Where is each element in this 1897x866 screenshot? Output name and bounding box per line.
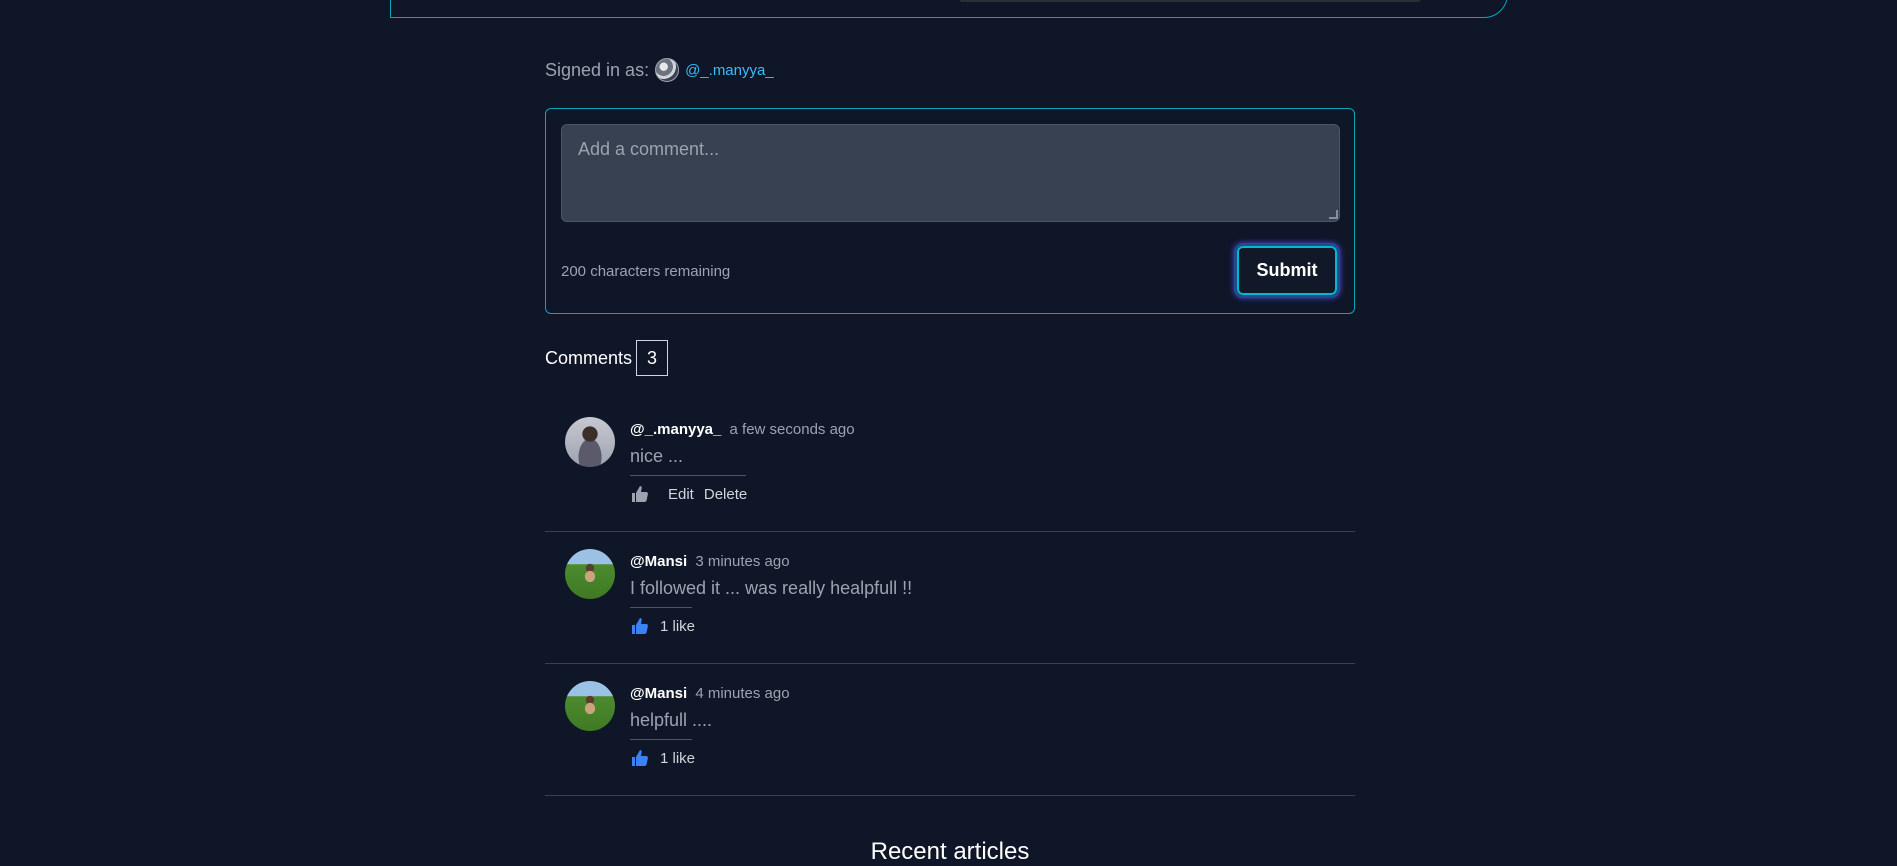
edit-comment-button[interactable]: Edit — [668, 486, 694, 503]
comment-text: nice ... — [630, 446, 684, 466]
characters-remaining: 200 characters remaining — [561, 263, 731, 280]
article-image-edge — [960, 0, 1420, 2]
divider — [630, 475, 746, 476]
divider — [630, 607, 692, 608]
comment-meta: @Mansi 3 minutes ago — [630, 553, 790, 570]
resize-handle-icon[interactable] — [1329, 210, 1338, 219]
article-card-bottom-edge — [390, 0, 1508, 18]
comment-timestamp: 3 minutes ago — [695, 553, 790, 570]
submit-button[interactable]: Submit — [1234, 243, 1340, 298]
comment-actions: 1 like — [630, 748, 695, 768]
like-count: 1 like — [660, 749, 696, 767]
comment-username[interactable]: @Mansi — [630, 685, 687, 702]
comment-input[interactable] — [561, 124, 1340, 222]
comment-form: 200 characters remaining Submit — [545, 108, 1355, 314]
comment-username[interactable]: @_.manyya_ — [630, 421, 721, 438]
avatar — [565, 681, 615, 731]
comments-count-badge: 3 — [636, 340, 669, 376]
thumbs-up-icon[interactable] — [630, 484, 650, 504]
signed-in-username[interactable]: @_.manyya_ — [685, 62, 774, 79]
comment-timestamp: a few seconds ago — [729, 421, 855, 438]
delete-comment-button[interactable]: Delete — [704, 486, 747, 503]
comment-item: @_.manyya_ a few seconds ago nice ... Ed… — [545, 400, 1355, 532]
comment-text: helpfull .... — [630, 710, 713, 730]
comment-timestamp: 4 minutes ago — [695, 685, 790, 702]
avatar — [565, 417, 615, 467]
comment-username[interactable]: @Mansi — [630, 553, 687, 570]
avatar — [655, 58, 680, 82]
comment-actions: 1 like — [630, 616, 695, 636]
like-count: 1 like — [660, 617, 696, 635]
comments-title: Comments — [545, 347, 633, 368]
recent-articles-heading: Recent articles — [870, 838, 1030, 865]
thumbs-up-icon[interactable] — [630, 616, 650, 636]
comment-actions: Edit Delete — [630, 484, 747, 504]
divider — [630, 739, 692, 740]
comment-meta: @_.manyya_ a few seconds ago — [630, 421, 855, 438]
comment-meta: @Mansi 4 minutes ago — [630, 685, 790, 702]
avatar — [565, 549, 615, 599]
comment-item: @Mansi 4 minutes ago helpfull .... 1 lik… — [545, 664, 1355, 796]
signed-in-label: Signed in as: — [545, 59, 650, 80]
comments-header: Comments 3 — [545, 340, 669, 376]
comment-item: @Mansi 3 minutes ago I followed it ... w… — [545, 532, 1355, 664]
signed-in-info: Signed in as: @_.manyya_ — [545, 58, 774, 82]
comment-text: I followed it ... was really healpfull !… — [630, 578, 913, 598]
thumbs-up-icon[interactable] — [630, 748, 650, 768]
